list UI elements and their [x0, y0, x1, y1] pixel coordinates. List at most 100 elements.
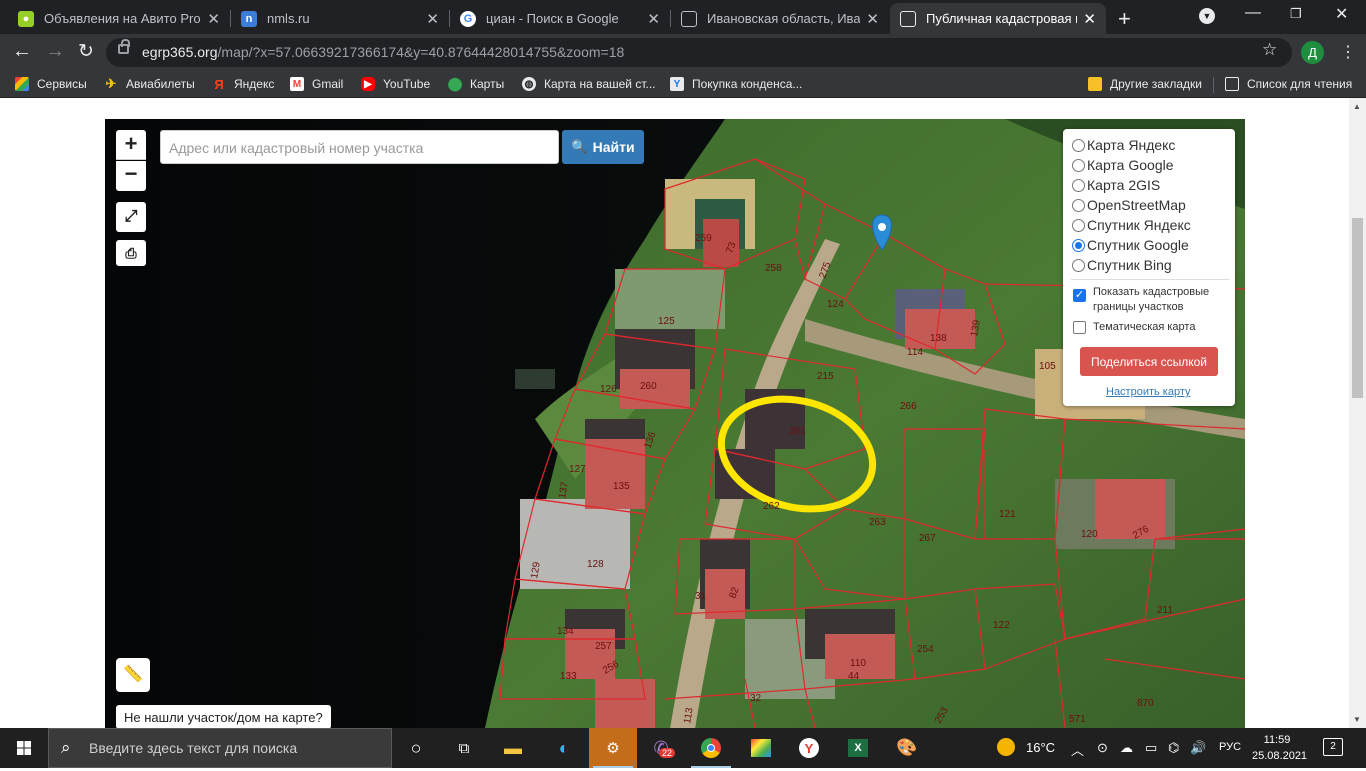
excel-icon[interactable]: X [834, 728, 882, 768]
address-search-input[interactable]: Адрес или кадастровый номер участка [160, 130, 559, 164]
parcel-label: 138 [930, 333, 947, 344]
tab-google[interactable]: G циан - Поиск в Google ✕ [450, 3, 670, 34]
yandex-browser-icon[interactable]: Y [785, 728, 833, 768]
new-tab-button[interactable]: + [1118, 6, 1131, 32]
bookmark-label: Яндекс [234, 77, 275, 91]
layer-2gis-map[interactable]: Карта 2GIS [1072, 177, 1160, 193]
zoom-out-button[interactable]: − [116, 161, 146, 191]
scrollbar-thumb[interactable] [1352, 218, 1363, 398]
notifications-icon[interactable]: 2 [1323, 738, 1343, 756]
network-icon[interactable]: ⌬ [1168, 740, 1179, 756]
window-close-button[interactable]: ✕ [1335, 4, 1348, 24]
setup-map-link[interactable]: Настроить карту [1106, 386, 1191, 398]
start-button[interactable] [0, 728, 48, 768]
close-icon[interactable]: ✕ [207, 10, 220, 28]
radio-button[interactable] [1072, 258, 1085, 272]
menu-icon[interactable]: ⋮ [1340, 42, 1356, 62]
layer-yandex-map[interactable]: Карта Яндекс [1072, 137, 1175, 153]
print-icon[interactable]: ⎙ [116, 240, 146, 266]
clock-date: 25.08.2021 [1252, 750, 1308, 762]
radio-button[interactable] [1072, 138, 1085, 152]
onedrive-icon[interactable]: ☁ [1120, 740, 1133, 756]
bookmark-label: Список для чтения [1247, 77, 1353, 91]
restore-button[interactable]: ❐ [1290, 6, 1302, 22]
radio-button-selected[interactable] [1072, 238, 1085, 252]
edge-icon[interactable]: ◐ [540, 728, 588, 768]
show-borders-checkbox[interactable]: ✓ [1073, 289, 1086, 302]
radio-button[interactable] [1072, 158, 1085, 172]
parcel-label: 135 [613, 481, 630, 492]
close-icon[interactable]: ✕ [647, 10, 660, 28]
reload-button[interactable]: ↻ [78, 40, 94, 63]
layer-google-map[interactable]: Карта Google [1072, 157, 1174, 173]
zoom-in-button[interactable]: + [116, 130, 146, 160]
battery-icon[interactable]: ▭ [1145, 740, 1157, 756]
share-link-button[interactable]: Поделиться ссылкой [1080, 347, 1218, 376]
layer-yandex-satellite[interactable]: Спутник Яндекс [1072, 217, 1191, 233]
radio-button[interactable] [1072, 178, 1085, 192]
radio-button[interactable] [1072, 198, 1085, 212]
bookmark-services[interactable]: Сервисы [15, 77, 87, 91]
radio-button[interactable] [1072, 218, 1085, 232]
bookmark-star-icon[interactable]: ☆ [1262, 40, 1277, 60]
bookmarks-bar: Сервисы ✈ Авиабилеты Я Яндекс M Gmail ▶ YouT… [0, 71, 1366, 98]
weather-sun-icon[interactable] [997, 738, 1015, 756]
close-icon[interactable]: ✕ [866, 10, 879, 28]
task-view-icon[interactable]: ⧉ [440, 728, 488, 768]
tab-nmls[interactable]: n nmls.ru ✕ [231, 3, 449, 34]
bookmark-youtube[interactable]: ▶ YouTube [361, 77, 430, 91]
profile-avatar[interactable]: Д [1301, 41, 1324, 64]
forward-button[interactable]: → [45, 40, 65, 63]
layer-google-satellite[interactable]: Спутник Google [1072, 237, 1189, 253]
scroll-down-icon[interactable]: ▼ [1353, 715, 1361, 724]
chrome-icon[interactable] [687, 728, 735, 768]
nmls-icon: n [241, 10, 257, 27]
reading-list[interactable]: Список для чтения [1225, 77, 1352, 91]
bookmark-map-site[interactable]: ◍ Карта на вашей ст... [522, 77, 656, 91]
volume-icon[interactable]: 🔊 [1190, 740, 1206, 756]
paint-icon[interactable]: 🎨 [883, 728, 931, 768]
minimize-button[interactable]: — [1245, 4, 1261, 22]
scroll-up-icon[interactable]: ▲ [1353, 102, 1361, 111]
webcam-icon[interactable]: ⊙ [1097, 740, 1108, 756]
tab-search-icon[interactable]: ▼ [1199, 8, 1215, 24]
layer-openstreetmap[interactable]: OpenStreetMap [1072, 197, 1186, 213]
tab-ivanovo[interactable]: Ивановская область, Ивано ✕ [671, 3, 889, 34]
weather-temperature[interactable]: 16°C [1026, 740, 1055, 755]
photos-icon[interactable] [737, 728, 785, 768]
parcel-label: 259 [695, 233, 712, 244]
bookmark-conditioner[interactable]: Y Покупка конденса... [670, 77, 802, 91]
thematic-map-checkbox[interactable] [1073, 321, 1086, 334]
close-icon[interactable]: ✕ [1083, 10, 1096, 28]
language-indicator[interactable]: РУС [1219, 741, 1241, 753]
bookmark-other[interactable]: Другие закладки [1088, 77, 1202, 91]
bookmark-avia[interactable]: ✈ Авиабилеты [104, 76, 195, 91]
tab-avito[interactable]: ● Объявления на Авито Pro ✕ [8, 3, 230, 34]
scrollbar[interactable] [1349, 98, 1366, 728]
clock[interactable]: 11:59 25.08.2021 [1252, 732, 1308, 764]
clock-time: 11:59 [1263, 734, 1291, 746]
taskbar-search-input[interactable]: ⌕ Введите здесь текст для поиска [48, 728, 392, 768]
cortana-icon[interactable]: ○ [392, 728, 440, 768]
layer-panel: Карта Яндекс Карта Google Карта 2GIS Ope… [1063, 129, 1235, 406]
not-found-link[interactable]: Не нашли участок/дом на карте? [116, 705, 331, 729]
viber-icon[interactable]: ✆22 [637, 728, 685, 768]
fullscreen-icon[interactable]: ⤢ [116, 202, 146, 232]
parcel-label: 110 [850, 658, 866, 669]
close-icon[interactable]: ✕ [426, 10, 439, 28]
bookmark-maps[interactable]: ⬤ Карты [448, 76, 504, 91]
back-button[interactable]: ← [12, 40, 32, 63]
address-bar[interactable]: egrp365.org/map/?x=57.06639217366174&y=4… [106, 38, 1292, 67]
file-explorer-icon[interactable]: ▬ [489, 728, 537, 768]
bookmark-yandex[interactable]: Я Яндекс [212, 77, 275, 92]
ruler-icon[interactable]: 📏 [116, 658, 150, 692]
youtube-icon: ▶ [361, 77, 375, 91]
panel-divider [1071, 279, 1229, 280]
layer-bing-satellite[interactable]: Спутник Bing [1072, 257, 1172, 273]
layer-label: Спутник Bing [1087, 257, 1172, 273]
bookmark-gmail[interactable]: M Gmail [290, 77, 343, 91]
settings-icon[interactable]: ⚙ [589, 728, 637, 768]
tab-cadastral-map[interactable]: Публичная кадастровая кар ✕ [890, 3, 1106, 34]
tray-chevron-icon[interactable]: ︿ [1071, 740, 1084, 759]
find-button[interactable]: 🔍 Найти [562, 130, 644, 164]
